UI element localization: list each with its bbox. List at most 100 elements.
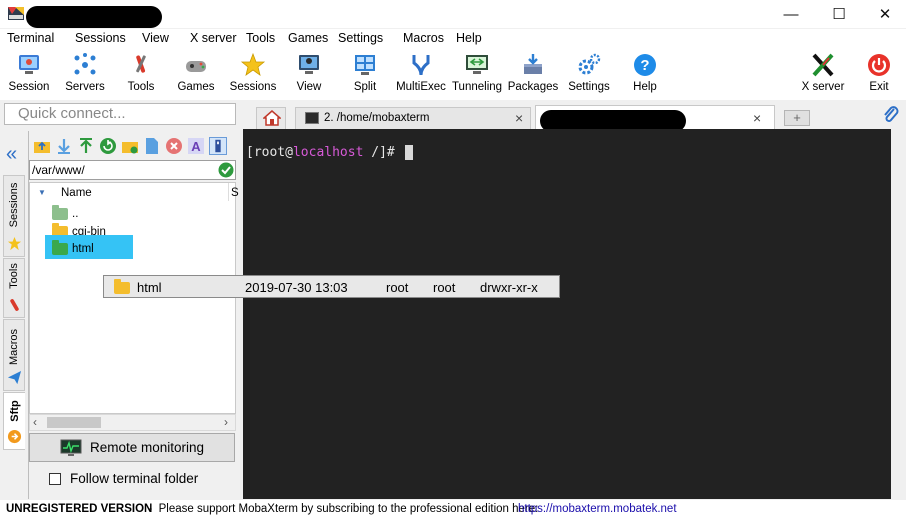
session-button[interactable]: Session: [0, 48, 58, 100]
refresh-icon[interactable]: [99, 137, 117, 155]
packages-icon: [524, 54, 542, 74]
column-divider: [228, 183, 229, 201]
follow-terminal-label: Follow terminal folder: [70, 471, 199, 486]
menu-sessions[interactable]: Sessions: [75, 31, 126, 45]
gears-icon: [578, 53, 601, 75]
status-bar: UNREGISTERED VERSION - Please support Mo…: [0, 500, 906, 519]
parent-folder-icon: [52, 204, 68, 220]
servers-icon: [74, 53, 96, 75]
download-icon[interactable]: [55, 137, 73, 155]
multiexec-button[interactable]: MultiExec: [392, 48, 450, 100]
side-tab-tools[interactable]: Tools: [3, 258, 25, 318]
column-header-name[interactable]: Name: [61, 187, 92, 199]
column-header-size[interactable]: S: [231, 187, 239, 199]
new-file-icon[interactable]: [143, 137, 161, 155]
list-item-html[interactable]: html: [52, 239, 94, 257]
menu-view[interactable]: View: [142, 31, 169, 45]
tab-label: 2. /home/mobaxterm: [324, 112, 430, 124]
tab-active-session[interactable]: ×: [535, 105, 775, 132]
xserver-button[interactable]: X server: [794, 48, 852, 100]
scroll-right-icon[interactable]: ›: [224, 415, 228, 429]
servers-button[interactable]: Servers: [56, 48, 114, 100]
packages-button[interactable]: Packages: [504, 48, 562, 100]
menu-terminal[interactable]: Terminal: [7, 31, 54, 45]
terminal-icon: [305, 112, 319, 124]
side-tab-macros[interactable]: Macros: [3, 319, 25, 391]
view-button[interactable]: View: [280, 48, 338, 100]
new-folder-icon[interactable]: [121, 137, 139, 155]
menu-games[interactable]: Games: [288, 31, 328, 45]
path-ok-icon[interactable]: [218, 162, 234, 178]
collapse-sidebar-button[interactable]: «: [6, 144, 17, 164]
settings-button[interactable]: Settings: [560, 48, 618, 100]
scroll-thumb[interactable]: [47, 417, 101, 428]
side-tab-strip: « Sessions Tools Macros Sftp: [0, 131, 28, 499]
view-icon: [299, 55, 319, 74]
rename-icon[interactable]: A: [187, 137, 205, 155]
svg-text:?: ?: [640, 57, 649, 74]
split-button[interactable]: Split: [336, 48, 394, 100]
terminal-prompt: [root@localhost /]#: [246, 145, 403, 160]
sftp-path-input[interactable]: /var/www/: [29, 160, 236, 180]
drag-item-owner: root: [386, 280, 409, 295]
permissions-icon[interactable]: [209, 137, 227, 155]
split-icon: [355, 55, 375, 75]
remote-monitoring-button[interactable]: Remote monitoring: [29, 433, 235, 462]
gamepad-icon: [186, 61, 206, 72]
drag-item-group: root: [433, 280, 456, 295]
parent-folder-icon[interactable]: [33, 137, 51, 155]
scroll-left-icon[interactable]: ‹: [33, 415, 37, 429]
sessions-button[interactable]: Sessions: [224, 48, 282, 100]
sort-chevron-icon[interactable]: ▼: [38, 188, 46, 197]
terminal-hostname: localhost: [292, 145, 364, 160]
close-button[interactable]: ✕: [862, 0, 906, 28]
menu-help[interactable]: Help: [456, 31, 482, 45]
tab-home[interactable]: [256, 107, 286, 129]
folder-icon: [52, 239, 68, 255]
menu-settings[interactable]: Settings: [338, 31, 383, 45]
delete-icon[interactable]: [165, 137, 183, 155]
help-icon: ?: [634, 54, 656, 76]
sftp-icon: [7, 429, 22, 444]
side-tab-sessions[interactable]: Sessions: [3, 175, 25, 257]
menu-x-server[interactable]: X server: [190, 31, 237, 45]
games-button[interactable]: Games: [167, 48, 225, 100]
upload-icon[interactable]: [77, 137, 95, 155]
menu-macros[interactable]: Macros: [403, 31, 444, 45]
terminal-scrollbar[interactable]: [891, 129, 906, 499]
new-tab-button[interactable]: +: [784, 110, 810, 126]
terminal-cursor: [405, 145, 413, 160]
follow-terminal-checkbox[interactable]: [49, 473, 61, 485]
horizontal-scrollbar[interactable]: ‹ ›: [29, 414, 236, 431]
monitor-chart-icon: [60, 439, 82, 456]
support-message: - Please support MobaXterm by subscribin…: [142, 503, 545, 515]
drag-item-permissions: drwxr-xr-x: [480, 280, 538, 295]
tunneling-button[interactable]: Tunneling: [448, 48, 506, 100]
sftp-file-list[interactable]: ▼ Name S .. cgi-bin html: [29, 182, 239, 414]
drag-item-date: 2019-07-30 13:03: [245, 280, 348, 295]
star-icon: [240, 52, 266, 76]
quick-connect-input[interactable]: Quick connect...: [4, 103, 236, 125]
terminal-view[interactable]: [243, 129, 891, 499]
paperclip-icon[interactable]: [881, 105, 901, 125]
paper-plane-icon: [7, 370, 22, 385]
window-title-redacted: [26, 6, 162, 28]
side-tab-sftp[interactable]: Sftp: [3, 392, 25, 450]
tab-home-mobaxterm[interactable]: 2. /home/mobaxterm ×: [295, 107, 531, 129]
exit-button[interactable]: Exit: [850, 48, 906, 100]
tools-button[interactable]: Tools: [112, 48, 170, 100]
drag-preview-row: html 2019-07-30 13:03 root root drwxr-xr…: [103, 275, 560, 298]
star-icon: [7, 236, 22, 251]
tools-icon: [10, 299, 19, 311]
tab-close-icon[interactable]: ×: [515, 110, 523, 126]
list-item-parent[interactable]: ..: [52, 204, 78, 222]
tab-close-icon[interactable]: ×: [753, 110, 761, 126]
help-button[interactable]: ? Help: [616, 48, 674, 100]
folder-icon: [114, 279, 130, 294]
menu-tools[interactable]: Tools: [246, 31, 275, 45]
main-toolbar: Session Servers Tools Games Sessions Vie…: [0, 48, 906, 100]
power-icon: [868, 54, 890, 76]
maximize-button[interactable]: ☐: [816, 0, 862, 28]
minimize-button[interactable]: —: [768, 0, 814, 28]
mobatek-link[interactable]: https://mobaxterm.mobatek.net: [518, 503, 677, 515]
